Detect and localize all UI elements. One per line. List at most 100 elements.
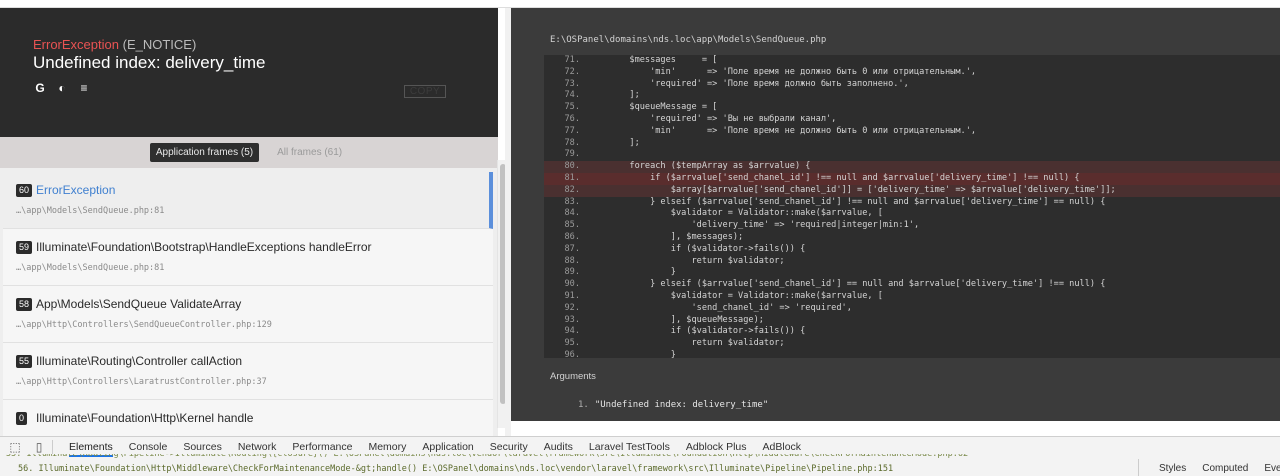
code-line: 96. } xyxy=(544,350,1280,358)
exception-class-line: ErrorException (E_NOTICE) xyxy=(33,37,196,52)
devtools-panel: ⬚ ▯ Elements Console Sources Network Perform… xyxy=(0,436,1280,476)
tab-application-frames[interactable]: Application frames (5) xyxy=(149,143,260,162)
code-text: ]; xyxy=(588,137,640,148)
code-text: foreach ($tempArray as $arrvalue) { xyxy=(588,161,811,172)
line-number: 75. xyxy=(564,102,580,113)
code-line: 90. } elseif ($arrvalue['send_chanel_id'… xyxy=(544,279,1280,291)
code-line: 81. if ($arrvalue['send_chanel_id'] !== … xyxy=(544,172,1280,185)
line-number: 90. xyxy=(564,279,580,290)
argument-number: 1. xyxy=(578,400,589,410)
code-text: ]; xyxy=(588,90,640,101)
code-line: 80. foreach ($tempArray as $arrvalue) { xyxy=(544,161,1280,173)
devtools-tab-application[interactable]: Application xyxy=(422,441,473,453)
frame-item[interactable]: 60 ErrorException …\app\Models\SendQueue… xyxy=(3,172,493,229)
code-text: $messages = [ xyxy=(588,55,718,65)
devtools-tab-audits[interactable]: Audits xyxy=(544,441,573,453)
stackoverflow-search-icon[interactable]: ≡ xyxy=(77,81,91,95)
frame-item[interactable]: 58 App\Models\SendQueue ValidateArray …\… xyxy=(3,286,493,343)
frame-index: 0 xyxy=(16,412,28,425)
divider xyxy=(52,440,53,454)
arguments-title: Arguments xyxy=(550,371,596,382)
code-line: 93. ], $queueMessage); xyxy=(544,315,1280,327)
argument-item: 1. "Undefined index: delivery_time" xyxy=(578,400,768,410)
devtools-tab-sources[interactable]: Sources xyxy=(183,441,222,453)
console-line: 55. Illuminate\Routing\Pipeline->Illumin… xyxy=(6,454,969,459)
sidebar-tab-computed[interactable]: Computed xyxy=(1202,463,1248,474)
devtools-tab-network[interactable]: Network xyxy=(238,441,277,453)
tab-all-frames[interactable]: All frames (61) xyxy=(271,143,348,162)
devtools-tab-adblock[interactable]: AdBlock xyxy=(763,441,802,453)
sidebar-tab-styles[interactable]: Styles xyxy=(1159,463,1186,474)
line-number: 72. xyxy=(564,66,580,77)
code-line: 92. 'send_chanel_id' => 'required', xyxy=(544,303,1280,315)
devtools-tab-security[interactable]: Security xyxy=(490,441,528,453)
console-line: 56. Illuminate\Foundation\Http\Middlewar… xyxy=(18,464,894,474)
code-line: 88. return $validator; xyxy=(544,256,1280,268)
code-text: } xyxy=(588,267,676,278)
devtools-tab-console[interactable]: Console xyxy=(129,441,168,453)
frame-index: 59 xyxy=(16,241,33,254)
code-line: 75. $queueMessage = [ xyxy=(544,102,1280,114)
code-line: 91. $validator = Validator::make($arrval… xyxy=(544,291,1280,303)
code-text: $validator = Validator::make($arrvalue, … xyxy=(588,208,883,219)
code-text: 'required' => 'Вы не выбрали канал', xyxy=(588,113,837,124)
duckduckgo-search-icon[interactable]: ◐ xyxy=(55,81,69,95)
frame-index: 58 xyxy=(16,298,33,311)
argument-value: "Undefined index: delivery_time" xyxy=(594,400,769,410)
code-line: 72. 'min' => 'Поле время не должно быть … xyxy=(544,67,1280,79)
exception-class: ErrorException xyxy=(33,37,119,52)
code-text: 'delivery_time' => 'required|integer|min… xyxy=(588,220,920,231)
devtools-tab-laravel-testtools[interactable]: Laravel TestTools xyxy=(589,441,670,453)
line-number: 96. xyxy=(564,349,580,358)
code-text: $validator = Validator::make($arrvalue, … xyxy=(588,290,883,301)
code-text: } elseif ($arrvalue['send_chanel_id'] ==… xyxy=(588,279,1106,290)
code-text: ], $messages); xyxy=(588,231,744,242)
code-line: 86. ], $messages); xyxy=(544,232,1280,244)
file-path[interactable]: E:\OSPanel\domains\nds.loc\app\Models\Se… xyxy=(550,35,826,45)
line-number: 82. xyxy=(564,184,580,195)
frame-index: 60 xyxy=(16,184,33,197)
code-block: 71. $messages = [72. 'min' => 'Поле врем… xyxy=(544,55,1280,358)
devtools-tab-performance[interactable]: Performance xyxy=(292,441,352,453)
code-line: 77. 'min' => 'Поле время не должно быть … xyxy=(544,126,1280,138)
frame-item[interactable]: 0 Illuminate\Foundation\Http\Kernel hand… xyxy=(3,400,493,436)
exception-header: ErrorException (E_NOTICE) Undefined inde… xyxy=(0,8,498,137)
copy-button[interactable]: COPY xyxy=(404,85,446,98)
frame-class: Illuminate\Foundation\Http\Kernel handle xyxy=(36,411,254,425)
line-number: 77. xyxy=(564,125,580,136)
line-number: 74. xyxy=(564,90,580,101)
google-search-icon[interactable]: G xyxy=(33,81,47,95)
code-line: 95. return $validator; xyxy=(544,338,1280,350)
code-text: if ($validator->fails()) { xyxy=(588,326,806,337)
code-text: $queueMessage = [ xyxy=(588,102,718,113)
code-line: 73. 'required' => 'Поле время должно быт… xyxy=(544,79,1280,91)
code-text: ], $queueMessage); xyxy=(588,314,764,325)
code-text: 'send_chanel_id' => 'required', xyxy=(588,302,852,313)
code-text: return $validator; xyxy=(588,255,785,266)
line-number: 83. xyxy=(564,196,580,207)
frames-tabs: Application frames (5) All frames (61) xyxy=(0,137,498,168)
line-number: 78. xyxy=(564,137,580,148)
code-line: 84. $validator = Validator::make($arrval… xyxy=(544,208,1280,220)
code-text: return $validator; xyxy=(588,338,785,349)
frame-item[interactable]: 55 Illuminate\Routing\Controller callAct… xyxy=(3,343,493,400)
line-number: 94. xyxy=(564,326,580,337)
frame-class: ErrorException xyxy=(36,183,116,197)
code-text: 'min' => 'Поле время не должно быть 0 ил… xyxy=(588,66,977,77)
line-number: 93. xyxy=(564,314,580,325)
exception-message[interactable]: Undefined index: delivery_time xyxy=(33,53,265,73)
line-number: 89. xyxy=(564,267,580,278)
frame-item[interactable]: 59 Illuminate\Foundation\Bootstrap\Handl… xyxy=(3,229,493,286)
code-text: 'required' => 'Поле время должно быть за… xyxy=(588,78,909,89)
sidebar-tab-eve[interactable]: Eve xyxy=(1264,463,1280,474)
code-line: 87. if ($validator->fails()) { xyxy=(544,244,1280,256)
code-text: } elseif ($arrvalue['send_chanel_id'] !=… xyxy=(588,196,1106,207)
code-line: 89. } xyxy=(544,267,1280,279)
line-number: 86. xyxy=(564,231,580,242)
line-number: 81. xyxy=(564,172,580,183)
code-line: 82. $array[$arrvalue['send_chanel_id']] … xyxy=(544,184,1280,197)
devtools-tab-adblock-plus[interactable]: Adblock Plus xyxy=(686,441,747,453)
devtools-tab-memory[interactable]: Memory xyxy=(368,441,406,453)
exception-type: (E_NOTICE) xyxy=(122,37,197,52)
line-number: 87. xyxy=(564,243,580,254)
